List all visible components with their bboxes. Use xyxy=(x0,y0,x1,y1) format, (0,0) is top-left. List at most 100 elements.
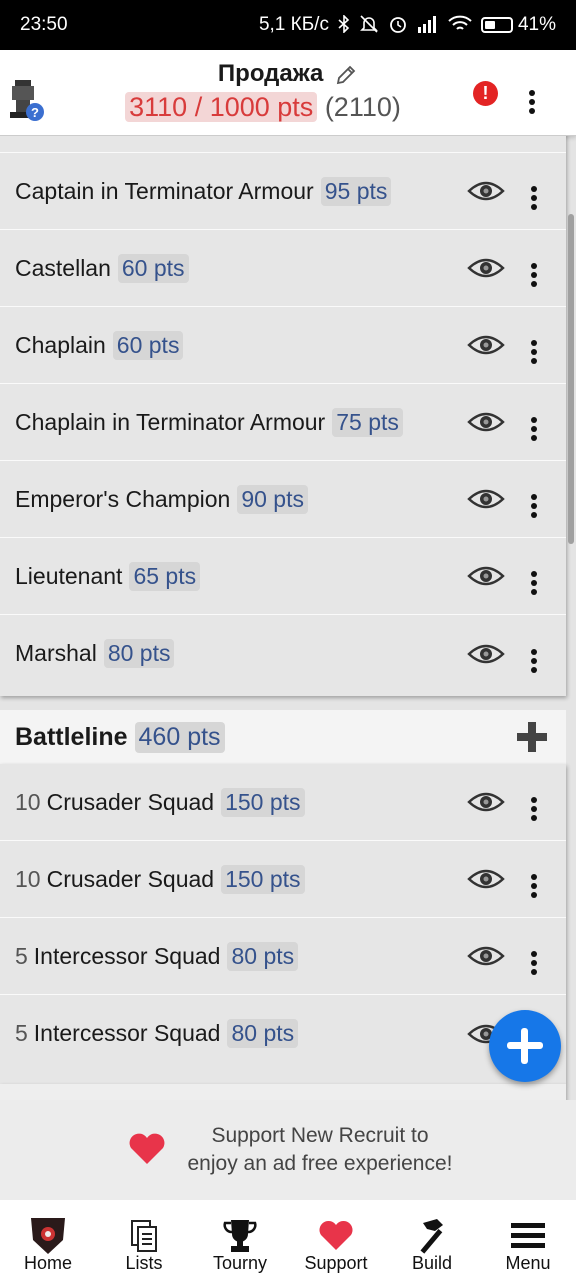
unit-points: 150 pts xyxy=(221,864,305,894)
unit-points: 95 pts xyxy=(320,176,392,206)
unit-points: 65 pts xyxy=(129,561,201,591)
support-banner[interactable]: Support New Recruit to enjoy an ad free … xyxy=(0,1100,576,1200)
lists-icon xyxy=(124,1216,164,1256)
unit-row[interactable]: Chaplain in Terminator Armour 75 pts xyxy=(0,384,566,461)
more-icon[interactable] xyxy=(529,410,539,441)
nav-tourny[interactable]: Tourny xyxy=(192,1200,288,1280)
more-icon[interactable] xyxy=(529,333,539,364)
eye-icon[interactable] xyxy=(467,485,505,513)
eye-icon[interactable] xyxy=(467,408,505,436)
nav-label: Tourny xyxy=(212,1253,268,1273)
nav-label: Lists xyxy=(125,1253,163,1273)
unit-name: Intercessor Squad xyxy=(33,1020,221,1046)
more-icon[interactable] xyxy=(529,944,539,975)
bottom-nav: Home Lists Tourny Support Build Menu xyxy=(0,1200,576,1280)
status-time: 23:50 xyxy=(20,14,68,35)
unit-points: 90 pts xyxy=(237,484,308,514)
unit-name: Intercessor Squad xyxy=(33,942,221,969)
section-header-battleline: Battleline 460 pts xyxy=(0,710,566,764)
more-icon[interactable] xyxy=(529,564,539,595)
header-more-icon[interactable] xyxy=(527,83,537,114)
unit-name: Marshal xyxy=(15,640,97,666)
scrollbar[interactable] xyxy=(568,214,574,544)
hamburger-icon xyxy=(508,1216,548,1256)
add-button[interactable] xyxy=(489,1010,561,1082)
unit-row[interactable]: Chaplain 60 pts xyxy=(0,307,566,384)
unit-count: 10 xyxy=(15,788,41,815)
network-speed: 5,1 КБ/с xyxy=(258,14,329,35)
mute-icon xyxy=(359,14,379,37)
eye-icon[interactable] xyxy=(467,640,505,668)
nav-build[interactable]: Build xyxy=(384,1200,480,1280)
unit-list: Captain in Terminator Armour 95 pts Cast… xyxy=(0,136,576,1100)
nav-menu[interactable]: Menu xyxy=(480,1200,576,1280)
unit-count: 10 xyxy=(15,865,41,892)
eye-icon[interactable] xyxy=(467,865,505,893)
more-icon[interactable] xyxy=(529,867,539,898)
home-icon xyxy=(28,1216,68,1256)
hammer-icon xyxy=(412,1216,452,1256)
unit-name: Crusader Squad xyxy=(46,788,215,815)
unit-name: Crusader Squad xyxy=(46,865,215,892)
status-bar: 23:50 5,1 КБ/с 41% xyxy=(0,0,576,50)
points-difference: (2110) xyxy=(324,92,401,122)
more-icon[interactable] xyxy=(529,179,539,210)
unit-points: 150 pts xyxy=(221,787,305,817)
unit-row[interactable]: 5 Intercessor Squad 80 pts xyxy=(0,918,566,995)
alarm-icon xyxy=(388,14,408,37)
nav-lists[interactable]: Lists xyxy=(96,1200,192,1280)
nav-home[interactable]: Home xyxy=(0,1200,96,1280)
unit-points: 80 pts xyxy=(227,941,299,971)
unit-name: Captain in Terminator Armour xyxy=(15,177,314,204)
more-icon[interactable] xyxy=(529,487,539,518)
status-right: 5,1 КБ/с 41% xyxy=(258,13,556,37)
unit-points: 80 pts xyxy=(103,639,175,668)
more-icon[interactable] xyxy=(529,256,539,287)
section-title: Battleline xyxy=(15,722,128,751)
more-icon[interactable] xyxy=(529,790,539,821)
unit-row[interactable]: 10 Crusader Squad 150 pts xyxy=(0,841,566,918)
unit-row[interactable]: Emperor's Champion 90 pts xyxy=(0,461,566,538)
support-text: Support New Recruit to enjoy an ad free … xyxy=(170,1122,470,1178)
eye-icon[interactable] xyxy=(467,331,505,359)
trophy-icon xyxy=(220,1216,260,1256)
unit-points: 75 pts xyxy=(332,407,403,437)
list-title[interactable]: Продажа xyxy=(218,60,324,87)
unit-row[interactable]: Castellan 60 pts xyxy=(0,230,566,307)
points-over-limit: 3110 / 1000 pts xyxy=(125,92,318,122)
add-unit-icon[interactable] xyxy=(515,722,549,752)
unit-name: Chaplain xyxy=(15,331,106,358)
unit-row[interactable]: Lieutenant 65 pts xyxy=(0,538,566,615)
pencil-icon[interactable] xyxy=(334,63,358,87)
unit-points: 60 pts xyxy=(112,330,184,360)
hidden-row-top xyxy=(0,136,566,153)
more-icon[interactable] xyxy=(529,642,539,673)
eye-icon[interactable] xyxy=(467,562,505,590)
unit-row[interactable]: Marshal 80 pts xyxy=(0,615,566,692)
eye-icon[interactable] xyxy=(467,254,505,282)
alert-icon[interactable]: ! xyxy=(473,81,498,106)
unit-row[interactable]: Captain in Terminator Armour 95 pts xyxy=(0,153,566,230)
wifi-icon xyxy=(448,15,472,36)
next-section-card xyxy=(0,1084,566,1100)
battleline-card: 10 Crusader Squad 150 pts 10 Crusader Sq… xyxy=(0,764,566,1084)
bluetooth-icon xyxy=(338,13,350,36)
unit-row[interactable]: 10 Crusader Squad 150 pts xyxy=(0,764,566,841)
nav-support[interactable]: Support xyxy=(288,1200,384,1280)
eye-icon[interactable] xyxy=(467,177,505,205)
unit-row[interactable]: 5 Intercessor Squad 80 pts xyxy=(0,995,566,1072)
eye-icon[interactable] xyxy=(467,942,505,970)
unit-points: 60 pts xyxy=(117,253,189,283)
nav-label: Build xyxy=(411,1253,453,1273)
heart-icon xyxy=(128,1132,166,1166)
support-line-2: enjoy an ad free experience! xyxy=(187,1152,453,1175)
eye-icon[interactable] xyxy=(467,788,505,816)
nav-label: Home xyxy=(23,1253,72,1273)
points-summary: 3110 / 1000 pts (2110) xyxy=(0,92,526,123)
heart-icon xyxy=(316,1216,356,1256)
nav-label: Menu xyxy=(505,1253,551,1273)
battery-icon: 41% xyxy=(480,14,556,36)
unit-name: Castellan xyxy=(15,254,111,281)
nav-label: Support xyxy=(304,1253,368,1273)
battery-level: 41% xyxy=(517,14,556,35)
